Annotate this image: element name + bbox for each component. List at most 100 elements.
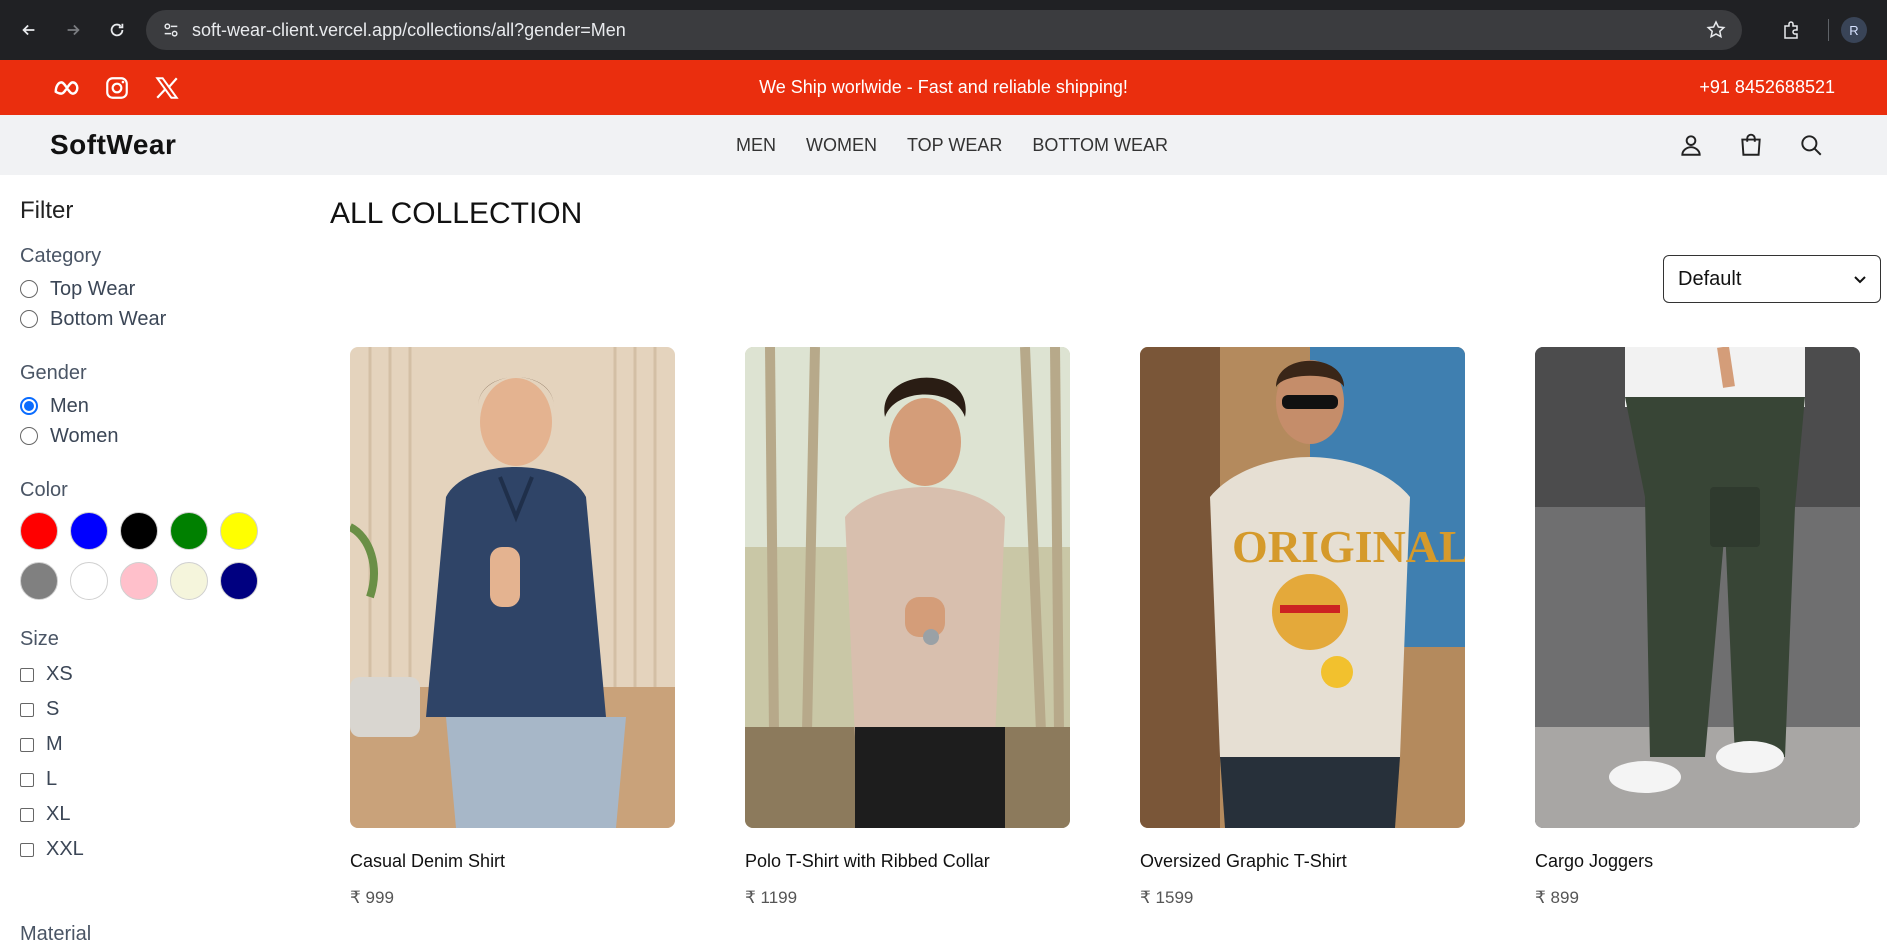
- color-swatch[interactable]: [120, 562, 158, 600]
- option-label: XS: [46, 663, 73, 685]
- gender-option-men[interactable]: Men: [20, 391, 290, 421]
- product-price: ₹ 899: [1535, 888, 1579, 907]
- product-card[interactable]: Casual Denim Shirt ₹ 999: [350, 347, 675, 908]
- header-actions: [1677, 131, 1825, 159]
- site-info-icon[interactable]: [160, 19, 182, 41]
- radio-button[interactable]: [20, 310, 38, 328]
- announcement-bar: We Ship worlwide - Fast and reliable shi…: [0, 60, 1887, 115]
- color-swatch[interactable]: [170, 562, 208, 600]
- address-bar[interactable]: soft-wear-client.vercel.app/collections/…: [146, 10, 1742, 50]
- size-option-xl[interactable]: XL: [20, 797, 290, 832]
- size-option-m[interactable]: M: [20, 727, 290, 762]
- option-label: Women: [50, 424, 119, 447]
- option-label: Bottom Wear: [50, 307, 167, 330]
- toolbar-divider: [1828, 19, 1829, 41]
- product-name[interactable]: Cargo Joggers: [1535, 851, 1860, 872]
- checkbox[interactable]: [20, 667, 34, 682]
- product-image[interactable]: [1535, 347, 1860, 828]
- forward-icon[interactable]: [58, 15, 88, 45]
- profile-avatar[interactable]: R: [1841, 17, 1867, 43]
- site-logo[interactable]: SoftWear: [50, 129, 176, 161]
- color-label: Color: [20, 479, 68, 501]
- checkbox[interactable]: [20, 772, 34, 787]
- product-price: ₹ 999: [350, 888, 394, 907]
- category-option-top-wear[interactable]: Top Wear: [20, 274, 290, 304]
- nav-men[interactable]: MEN: [736, 135, 776, 156]
- checkbox[interactable]: [20, 737, 34, 752]
- radio-button[interactable]: [20, 280, 38, 298]
- shipping-announcement: We Ship worlwide - Fast and reliable shi…: [759, 77, 1128, 97]
- extensions-icon[interactable]: [1776, 15, 1806, 45]
- site-header: SoftWear MEN WOMEN TOP WEAR BOTTOM WEAR: [0, 115, 1887, 175]
- color-swatches: [20, 512, 290, 600]
- size-filter: Size XS S M L XL XXL: [20, 628, 290, 867]
- product-image[interactable]: [350, 347, 675, 828]
- gender-filter: Gender Men Women: [20, 362, 290, 451]
- size-option-xxl[interactable]: XXL: [20, 832, 290, 867]
- gender-label: Gender: [20, 362, 87, 384]
- instagram-icon[interactable]: [102, 73, 132, 103]
- nav-women[interactable]: WOMEN: [806, 135, 877, 156]
- x-icon[interactable]: [152, 73, 182, 103]
- size-option-xs[interactable]: XS: [20, 657, 290, 692]
- checkbox[interactable]: [20, 702, 34, 717]
- gender-option-women[interactable]: Women: [20, 421, 290, 451]
- color-swatch[interactable]: [20, 562, 58, 600]
- product-name[interactable]: Oversized Graphic T-Shirt: [1140, 851, 1465, 872]
- product-image[interactable]: [745, 347, 1070, 828]
- reload-icon[interactable]: [102, 15, 132, 45]
- option-label: Men: [50, 394, 89, 417]
- sort-value: Default: [1678, 267, 1742, 290]
- category-filter: Category Top Wear Bottom Wear: [20, 245, 290, 334]
- color-swatch[interactable]: [220, 562, 258, 600]
- user-icon[interactable]: [1677, 131, 1705, 159]
- meta-icon[interactable]: [52, 73, 82, 103]
- nav-top-wear[interactable]: TOP WEAR: [907, 135, 1002, 156]
- sort-select[interactable]: Default: [1663, 255, 1881, 303]
- color-swatch[interactable]: [220, 512, 258, 550]
- back-icon[interactable]: [14, 15, 44, 45]
- bookmark-star-icon[interactable]: [1704, 18, 1728, 42]
- color-swatch[interactable]: [70, 512, 108, 550]
- size-option-s[interactable]: S: [20, 692, 290, 727]
- product-image[interactable]: ORIGINAL: [1140, 347, 1465, 828]
- option-label: XL: [46, 803, 71, 825]
- product-name[interactable]: Polo T-Shirt with Ribbed Collar: [745, 851, 1070, 872]
- color-swatch[interactable]: [20, 512, 58, 550]
- category-option-bottom-wear[interactable]: Bottom Wear: [20, 304, 290, 334]
- category-label: Category: [20, 245, 102, 267]
- url-text[interactable]: soft-wear-client.vercel.app/collections/…: [192, 20, 1704, 41]
- product-card[interactable]: Cargo Joggers ₹ 899: [1535, 347, 1860, 908]
- product-card[interactable]: ORIGINAL Oversized Graphic T-Shirt ₹ 159…: [1140, 347, 1465, 908]
- filter-title: Filter: [20, 197, 74, 224]
- checkbox[interactable]: [20, 842, 34, 857]
- checkbox[interactable]: [20, 807, 34, 822]
- radio-button[interactable]: [20, 427, 38, 445]
- collection-main: ALL COLLECTION Default Casual Denim Shir…: [310, 175, 1887, 942]
- option-label: XXL: [46, 838, 84, 860]
- filter-sidebar: Filter Category Top Wear Bottom Wear Gen…: [0, 175, 310, 942]
- option-label: L: [46, 768, 58, 790]
- option-label: S: [46, 698, 60, 720]
- social-links: [52, 73, 182, 103]
- search-icon[interactable]: [1797, 131, 1825, 159]
- size-label: Size: [20, 628, 59, 650]
- product-card[interactable]: Polo T-Shirt with Ribbed Collar ₹ 1199: [745, 347, 1070, 908]
- material-label: Material: [20, 923, 92, 942]
- radio-button-selected[interactable]: [20, 397, 38, 415]
- shopping-bag-icon[interactable]: [1737, 131, 1765, 159]
- main-nav: MEN WOMEN TOP WEAR BOTTOM WEAR: [736, 135, 1168, 156]
- option-label: M: [46, 733, 63, 755]
- page-title: ALL COLLECTION: [330, 197, 583, 230]
- product-price: ₹ 1599: [1140, 888, 1194, 907]
- nav-bottom-wear[interactable]: BOTTOM WEAR: [1032, 135, 1168, 156]
- color-swatch[interactable]: [70, 562, 108, 600]
- size-option-l[interactable]: L: [20, 762, 290, 797]
- color-swatch[interactable]: [120, 512, 158, 550]
- product-name[interactable]: Casual Denim Shirt: [350, 851, 675, 872]
- browser-toolbar: soft-wear-client.vercel.app/collections/…: [0, 0, 1887, 60]
- color-filter: Color: [20, 479, 290, 600]
- product-price: ₹ 1199: [745, 888, 798, 907]
- phone-number: +91 8452688521: [1699, 77, 1835, 97]
- color-swatch[interactable]: [170, 512, 208, 550]
